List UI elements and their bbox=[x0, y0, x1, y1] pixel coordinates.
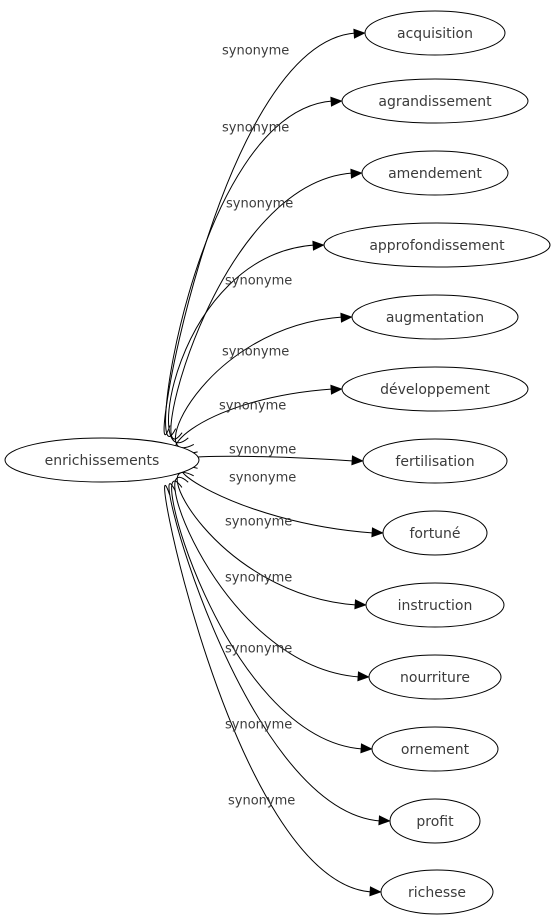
edge-label-synonyme: synonyme bbox=[222, 44, 289, 59]
graph-canvas: acquisition agrandissement amendement appro… bbox=[0, 0, 555, 923]
node-label: enrichissements bbox=[45, 453, 160, 469]
edge-path bbox=[175, 316, 343, 449]
node-approfondissement[interactable]: approfondissement bbox=[323, 222, 551, 268]
edge-arrowhead bbox=[371, 527, 384, 538]
edge-arrowhead bbox=[353, 28, 366, 39]
graph-svg: acquisition agrandissement amendement appro… bbox=[4, 10, 551, 915]
node-source-enrichissements[interactable]: enrichissements bbox=[4, 437, 200, 483]
edge-arrowhead bbox=[330, 384, 343, 395]
node-label: approfondissement bbox=[369, 238, 505, 254]
edge-arrowhead bbox=[369, 886, 382, 897]
node-label: instruction bbox=[398, 598, 473, 614]
edge-arrowhead bbox=[351, 455, 364, 466]
edge-path bbox=[163, 32, 356, 436]
node-acquisition[interactable]: acquisition bbox=[364, 10, 506, 56]
edge-arrowhead bbox=[350, 168, 363, 179]
node-label: augmentation bbox=[386, 310, 484, 326]
node-label: profit bbox=[416, 814, 454, 830]
edge-arrowhead bbox=[340, 312, 353, 323]
node-richesse[interactable]: richesse bbox=[380, 869, 494, 915]
node-fortune[interactable]: fortuné bbox=[382, 510, 488, 556]
node-agrandissement[interactable]: agrandissement bbox=[341, 78, 529, 124]
edge-label-synonyme: synonyme bbox=[225, 642, 292, 657]
edge-label-synonyme: synonyme bbox=[222, 345, 289, 360]
edge-label-synonyme: synonyme bbox=[225, 571, 292, 586]
edge-arrowhead bbox=[330, 96, 343, 107]
node-label: ornement bbox=[401, 742, 470, 758]
nodes-layer: acquisition agrandissement amendement appro… bbox=[4, 10, 551, 915]
node-label: développement bbox=[380, 382, 490, 398]
edge-arrowhead bbox=[360, 743, 373, 754]
edge-label-synonyme: synonyme bbox=[228, 794, 295, 809]
edge-arrowhead bbox=[357, 671, 370, 682]
edge-arrowhead bbox=[354, 599, 367, 610]
node-label: nourriture bbox=[400, 670, 470, 686]
node-label: acquisition bbox=[397, 26, 473, 42]
node-augmentation[interactable]: augmentation bbox=[351, 294, 519, 340]
node-fertilisation[interactable]: fertilisation bbox=[362, 438, 508, 484]
node-label: amendement bbox=[388, 166, 482, 182]
edge-label-synonyme: synonyme bbox=[225, 718, 292, 733]
edge-arrowhead bbox=[378, 815, 391, 826]
node-label: fertilisation bbox=[395, 454, 474, 470]
node-instruction[interactable]: instruction bbox=[365, 582, 505, 628]
node-ornement[interactable]: ornement bbox=[371, 726, 499, 772]
node-profit[interactable]: profit bbox=[389, 798, 481, 844]
node-nourriture[interactable]: nourriture bbox=[368, 654, 502, 700]
edge-label-synonyme: synonyme bbox=[229, 471, 296, 486]
node-label: agrandissement bbox=[378, 94, 492, 110]
edge-label-synonyme: synonyme bbox=[226, 197, 293, 212]
edge-arrowhead bbox=[312, 240, 325, 251]
node-amendement[interactable]: amendement bbox=[361, 150, 509, 196]
edge-label-synonyme: synonyme bbox=[225, 515, 292, 530]
node-label: richesse bbox=[408, 885, 466, 901]
node-label: fortuné bbox=[409, 526, 460, 542]
edge-label-synonyme: synonyme bbox=[229, 443, 296, 458]
edge-label-synonyme: synonyme bbox=[222, 121, 289, 136]
node-developpement[interactable]: développement bbox=[341, 366, 529, 412]
edge-label-synonyme: synonyme bbox=[219, 399, 286, 414]
edge-label-synonyme: synonyme bbox=[225, 274, 292, 289]
edge-labels-layer: synonyme synonyme synonyme synonyme synonyme… bbox=[219, 44, 296, 809]
